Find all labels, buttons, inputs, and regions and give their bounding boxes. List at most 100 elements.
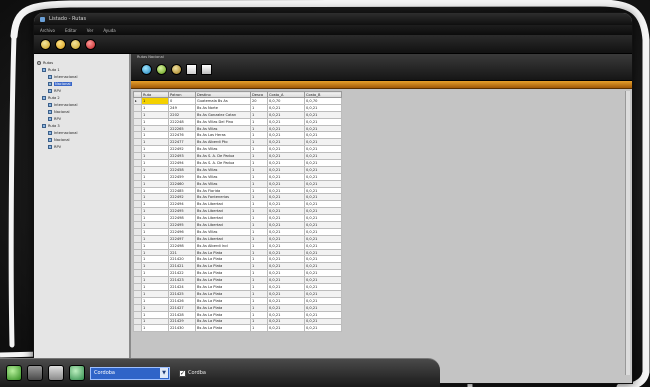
table-cell[interactable]: 0,0,21 <box>267 186 305 195</box>
table-cell[interactable]: 221 <box>168 248 196 257</box>
table-row[interactable]: 1 222492 Bs As Villas 1 0,0,21 0,0,21 <box>133 145 342 154</box>
table-cell[interactable]: 0,0,21 <box>267 317 305 326</box>
row-indicator[interactable] <box>133 303 142 312</box>
table-cell[interactable]: 0,0,21 <box>304 269 342 278</box>
tree-node[interactable]: Internacional <box>37 73 126 80</box>
table-cell[interactable]: 1 <box>141 255 169 264</box>
table-row[interactable]: 1 221429 Bs As La Plata 1 0,0,21 0,0,21 <box>133 317 342 326</box>
row-indicator[interactable] <box>133 324 142 333</box>
table-cell[interactable]: Bs As La Plata <box>195 317 251 326</box>
row-indicator[interactable] <box>133 165 142 174</box>
table-cell[interactable]: 1 <box>141 131 169 140</box>
table-cell[interactable]: 1 <box>141 276 169 285</box>
chevron-down-icon[interactable]: ▼ <box>160 368 168 378</box>
table-cell[interactable]: 1 <box>141 241 169 250</box>
row-indicator[interactable] <box>133 310 142 319</box>
row-indicator[interactable] <box>133 234 142 243</box>
table-cell[interactable]: Bs As La Plata <box>195 276 251 285</box>
row-indicator[interactable] <box>133 221 142 229</box>
table-cell[interactable]: 0,0,21 <box>267 117 305 126</box>
table-cell[interactable]: 0,0,21 <box>267 255 305 264</box>
table-row[interactable]: 1 222494 Bs As S. A. De Padua 1 0,0,21 0,0,21 <box>133 159 342 167</box>
table-cell[interactable]: 1 <box>141 296 169 305</box>
table-cell[interactable]: 221428 <box>168 310 196 319</box>
menu-ayuda[interactable]: Ayuda <box>103 28 115 33</box>
table-row[interactable]: 1 249 Bs As Norte 1 0,0,21 0,0,21 <box>133 103 342 112</box>
table-cell[interactable]: 0,0,21 <box>267 207 305 216</box>
table-cell[interactable]: 0,0,21 <box>304 255 342 264</box>
row-indicator[interactable] <box>133 262 142 271</box>
edit-icon[interactable] <box>171 64 182 75</box>
table-cell[interactable]: 0,0,21 <box>304 186 342 195</box>
table-cell[interactable]: Bs As La Plata <box>195 296 251 305</box>
table-cell[interactable]: 0,0,21 <box>304 172 342 181</box>
table-cell[interactable]: 0,0,21 <box>267 227 305 236</box>
table-cell[interactable]: 1 <box>250 234 268 243</box>
table-cell[interactable]: 1 <box>250 269 268 278</box>
table-cell[interactable]: 1 <box>141 97 169 105</box>
table-row[interactable]: 1 222485 Bs As Florida 1 0,0,21 0,0,21 <box>133 186 342 195</box>
table-cell[interactable]: 221421 <box>168 262 196 271</box>
table-cell[interactable]: 221424 <box>168 283 196 291</box>
table-row[interactable]: 1 222477 Bs As Alberdi Pto 1 0,0,21 0,0,21 <box>133 138 342 147</box>
table-cell[interactable]: 1 <box>250 303 268 312</box>
table-cell[interactable]: Bs As Villas <box>195 172 251 181</box>
table-cell[interactable]: 0,0,21 <box>304 324 342 333</box>
folder-icon[interactable] <box>48 365 64 381</box>
table-cell[interactable]: 222265 <box>168 124 196 133</box>
table-cell[interactable]: Bs As Villas <box>195 124 251 133</box>
table-cell[interactable]: Bs As La Plata <box>195 310 251 319</box>
table-row[interactable]: 1 221425 Bs As La Plata 1 0,0,21 0,0,21 <box>133 289 342 298</box>
table-cell[interactable]: 1 <box>250 200 268 209</box>
row-indicator[interactable] <box>133 296 142 305</box>
table-cell[interactable]: Bs As Villas <box>195 165 251 174</box>
table-cell[interactable]: 0,0,21 <box>304 303 342 312</box>
tree-node[interactable]: Internacional <box>37 101 126 108</box>
table-row[interactable]: 1 222460 Bs As Villas 1 0,0,21 0,0,21 <box>133 179 342 188</box>
table-cell[interactable]: 1 <box>250 179 268 188</box>
table-cell[interactable]: 0,0,21 <box>304 138 342 147</box>
row-indicator[interactable] <box>133 317 142 326</box>
tree-node[interactable]: RPV <box>37 143 126 150</box>
table-cell[interactable]: 1 <box>250 310 268 319</box>
table-row[interactable]: 1 222497 Bs As Libertad 1 0,0,21 0,0,21 <box>133 234 342 243</box>
table-cell[interactable]: 1 <box>141 262 169 271</box>
table-cell[interactable]: 1 <box>250 172 268 181</box>
table-cell[interactable]: 1 <box>141 283 169 291</box>
table-cell[interactable]: 0,0,21 <box>267 110 305 119</box>
row-indicator[interactable] <box>133 145 142 154</box>
table-row[interactable]: 1 221424 Bs As La Plata 1 0,0,21 0,0,21 <box>133 283 342 291</box>
stop-icon[interactable] <box>85 38 96 50</box>
table-cell[interactable]: 1 <box>141 234 169 243</box>
document-icon[interactable] <box>186 64 197 75</box>
table-cell[interactable]: Bs As La Plata <box>195 255 251 264</box>
table-cell[interactable]: 1 <box>250 110 268 119</box>
table-cell[interactable]: Bs As Libertad <box>195 214 251 223</box>
table-row[interactable]: 1 221420 Bs As La Plata 1 0,0,21 0,0,21 <box>133 255 342 264</box>
table-row[interactable]: 1 222476 Bs As Las Heras 1 0,0,21 0,0,21 <box>133 131 342 140</box>
tree-node[interactable]: Nacional <box>37 80 126 87</box>
table-cell[interactable]: 1 <box>141 159 169 167</box>
table-cell[interactable]: Bs As La Plata <box>195 324 251 333</box>
start-icon[interactable] <box>6 365 22 381</box>
tree-node[interactable]: Ruta 1 <box>37 66 126 73</box>
table-cell[interactable]: 0,0,21 <box>304 262 342 271</box>
table-cell[interactable]: 0,0,21 <box>304 124 342 133</box>
back-icon[interactable] <box>40 38 51 50</box>
table-row[interactable]: 1 221426 Bs As La Plata 1 0,0,21 0,0,21 <box>133 296 342 305</box>
table-cell[interactable]: 0,0,70 <box>267 97 305 105</box>
row-indicator[interactable] <box>133 241 142 250</box>
table-cell[interactable]: 0,0,21 <box>304 248 342 257</box>
table-cell[interactable]: 0,0,21 <box>304 117 342 126</box>
table-cell[interactable]: 0,0,21 <box>304 227 342 236</box>
table-cell[interactable]: 0,0,21 <box>267 159 305 167</box>
table-cell[interactable]: 222248 <box>168 117 196 126</box>
table-cell[interactable]: Bs As La Plata <box>195 289 251 298</box>
table-row[interactable]: 1 222496 Bs As Villas 1 0,0,21 0,0,21 <box>133 227 342 236</box>
table-cell[interactable]: 0,0,21 <box>267 276 305 285</box>
table-cell[interactable]: 1 <box>250 241 268 250</box>
table-cell[interactable]: 0,0,21 <box>267 221 305 229</box>
row-indicator[interactable] <box>133 124 142 133</box>
table-cell[interactable]: 0,0,21 <box>267 138 305 147</box>
location-select[interactable]: Cordoba ▼ <box>90 366 170 380</box>
